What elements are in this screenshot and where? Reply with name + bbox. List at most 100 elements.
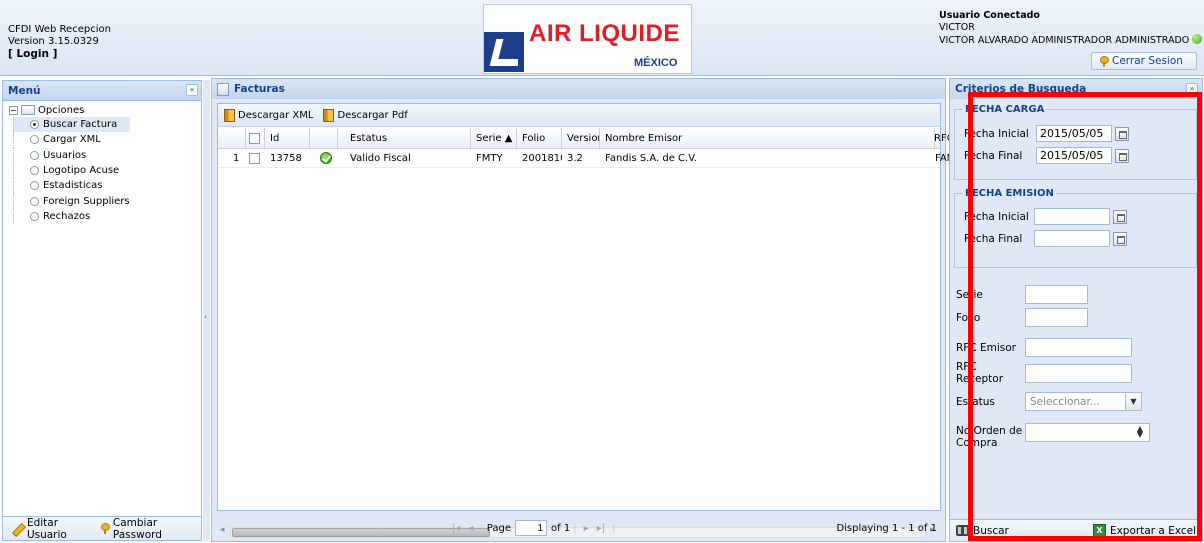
download-xml-label: Descargar XML bbox=[238, 109, 314, 121]
online-status-icon bbox=[1192, 34, 1203, 44]
tree-collapse-icon[interactable]: − bbox=[9, 105, 18, 115]
app-info: CFDI Web Recepcion Version 3.15.0329 [ L… bbox=[8, 24, 111, 60]
row-emitter: Fandis S.A. de C.V. bbox=[605, 153, 697, 164]
row-checkbox-cell[interactable] bbox=[246, 150, 265, 168]
col-emitter[interactable]: Nombre Emisor bbox=[600, 128, 935, 149]
invoices-grid: Descargar XML Descargar Pdf Id Estatus S… bbox=[217, 103, 967, 538]
menu-item-rechazos[interactable]: Rechazos bbox=[13, 208, 130, 225]
menu-item-label: Buscar Factura bbox=[43, 119, 118, 131]
menu-item-cargar-xml[interactable]: Cargar XML bbox=[13, 132, 130, 148]
app-header: CFDI Web Recepcion Version 3.15.0329 [ L… bbox=[0, 0, 1204, 76]
next-page-icon[interactable]: ▸ bbox=[584, 523, 589, 534]
row-version: 3.2 bbox=[567, 153, 583, 164]
col-status[interactable]: Estatus bbox=[338, 128, 471, 149]
panel-splitter[interactable]: ‹ bbox=[203, 80, 210, 541]
menu-item-usuarios[interactable]: Usuarios bbox=[13, 147, 130, 163]
logo-brand: AIR LIQUIDE bbox=[529, 20, 680, 47]
col-id[interactable]: Id bbox=[265, 128, 310, 149]
row-status-icon-cell bbox=[315, 150, 338, 168]
col-status-icon bbox=[310, 128, 338, 149]
tree-root-opciones[interactable]: − Opciones bbox=[9, 103, 130, 117]
row-number: 1 bbox=[233, 153, 240, 164]
row-folio: 2001810 bbox=[522, 153, 562, 164]
col-select-all[interactable] bbox=[246, 128, 265, 149]
xml-file-icon bbox=[224, 108, 235, 122]
col-folio[interactable]: Folio bbox=[517, 128, 562, 149]
radio-icon bbox=[30, 211, 39, 221]
page-label: Page bbox=[486, 522, 512, 534]
grid-toolbar: Descargar XML Descargar Pdf bbox=[218, 104, 940, 127]
col-serie[interactable]: Serie ▲ bbox=[471, 128, 517, 149]
menu-item-estadisticas[interactable]: Estadisticas bbox=[13, 178, 130, 194]
user-name: VICTOR bbox=[939, 22, 975, 33]
page-input[interactable] bbox=[515, 520, 548, 536]
logo-country: MÉXICO bbox=[634, 57, 678, 69]
login-link[interactable]: [ Login ] bbox=[8, 48, 111, 60]
key-icon bbox=[100, 523, 110, 534]
menu-item-foreign-suppliers[interactable]: Foreign Suppliers bbox=[13, 193, 130, 209]
user-full-name: VICTOR ALVARADO ADMINISTRADOR ADMINISTRA… bbox=[939, 35, 1190, 46]
select-all-checkbox[interactable] bbox=[249, 132, 260, 144]
logout-button[interactable]: Cerrar Sesion bbox=[1091, 52, 1197, 70]
grid-header: Id Estatus Serie ▲ Folio Version Nombre … bbox=[218, 128, 940, 149]
menu-item-label: Foreign Suppliers bbox=[43, 195, 130, 207]
pdf-file-icon bbox=[323, 108, 335, 122]
logout-label: Cerrar Sesion bbox=[1112, 55, 1183, 67]
tree-root-label: Opciones bbox=[38, 104, 85, 116]
row-rfc: FAN87 bbox=[930, 150, 967, 168]
menu-footer: Editar Usuario Cambiar Password bbox=[3, 516, 201, 541]
edit-user-button[interactable]: Editar Usuario bbox=[27, 517, 95, 541]
pager: |◂ ◂ | Page of 1 | ▸ ▸| | Displaying 1 -… bbox=[212, 514, 947, 542]
menu-item-label: Estadisticas bbox=[43, 180, 103, 192]
table-row[interactable]: 1 13758 Valido Fiscal FMTY 2001810 3.2 F… bbox=[218, 150, 967, 168]
row-checkbox[interactable] bbox=[249, 152, 260, 164]
menu-tree: − Opciones Buscar Factura Cargar XML Usu… bbox=[9, 103, 130, 225]
company-logo: AIR LIQUIDE MÉXICO bbox=[483, 4, 692, 74]
change-password-button[interactable]: Cambiar Password bbox=[113, 517, 201, 541]
download-xml-button[interactable]: Descargar XML bbox=[224, 108, 314, 122]
key-icon bbox=[1099, 55, 1109, 67]
row-id: 13758 bbox=[270, 153, 302, 164]
menu-item-label: Rechazos bbox=[43, 210, 91, 222]
page-of-label: of 1 bbox=[551, 522, 571, 534]
col-version[interactable]: Version bbox=[562, 128, 600, 149]
invoices-panel: Facturas Descargar XML Descargar Pdf Id … bbox=[211, 78, 967, 542]
logo-mark-icon bbox=[484, 32, 524, 72]
radio-icon bbox=[30, 150, 39, 160]
menu-title: Menú bbox=[8, 84, 41, 97]
col-rownum bbox=[218, 128, 246, 149]
display-count: Displaying 1 - 1 of 1 bbox=[836, 522, 937, 534]
download-pdf-button[interactable]: Descargar Pdf bbox=[323, 108, 408, 122]
radio-icon bbox=[30, 181, 39, 191]
radio-icon bbox=[30, 166, 39, 176]
menu-item-buscar-factura[interactable]: Buscar Factura bbox=[13, 117, 130, 133]
first-page-icon[interactable]: |◂ bbox=[452, 523, 460, 534]
invoices-header: Facturas bbox=[212, 79, 945, 99]
radio-icon bbox=[30, 120, 39, 130]
document-icon bbox=[217, 82, 229, 96]
invoices-title: Facturas bbox=[234, 83, 285, 95]
menu-header: Menú bbox=[3, 81, 201, 101]
menu-item-label: Usuarios bbox=[43, 149, 87, 161]
row-serie: FMTY bbox=[476, 153, 503, 164]
folder-icon bbox=[21, 105, 35, 115]
pencil-icon bbox=[11, 523, 22, 535]
user-info: Usuario Conectado VICTOR VICTOR ALVARADO… bbox=[939, 10, 1203, 47]
user-heading: Usuario Conectado bbox=[939, 10, 1040, 21]
radio-icon bbox=[30, 135, 39, 145]
menu-item-logotipo-acuse[interactable]: Logotipo Acuse bbox=[13, 162, 130, 179]
valid-check-icon bbox=[320, 152, 332, 164]
row-status: Valido Fiscal bbox=[350, 153, 411, 164]
menu-item-label: Cargar XML bbox=[43, 134, 101, 146]
app-version: Version 3.15.0329 bbox=[8, 36, 99, 47]
app-name: CFDI Web Recepcion bbox=[8, 24, 111, 35]
splitter-arrow-icon[interactable]: ‹ bbox=[204, 312, 207, 321]
last-page-icon[interactable]: ▸| bbox=[597, 523, 605, 534]
menu-panel: Menú « − Opciones Buscar Factura Cargar … bbox=[2, 80, 202, 541]
highlight-box bbox=[968, 92, 1202, 541]
download-pdf-label: Descargar Pdf bbox=[337, 109, 408, 121]
menu-collapse-button[interactable]: « bbox=[186, 84, 198, 96]
prev-page-icon[interactable]: ◂ bbox=[468, 523, 473, 534]
radio-icon bbox=[30, 196, 39, 206]
menu-item-label: Logotipo Acuse bbox=[43, 165, 120, 177]
